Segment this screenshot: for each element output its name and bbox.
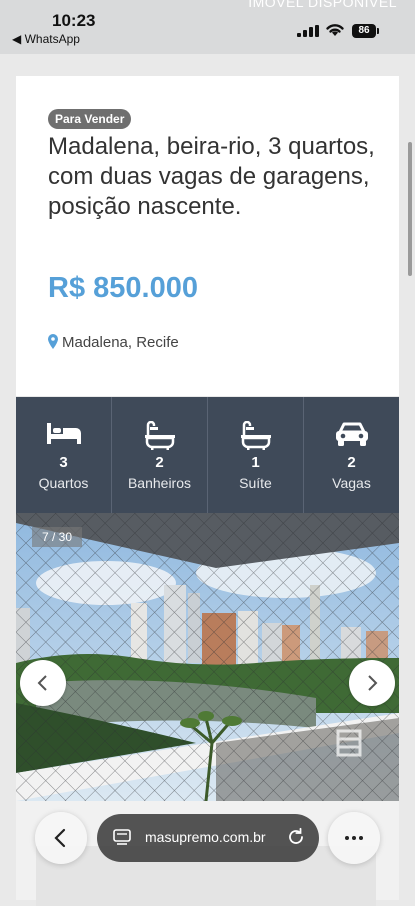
more-dots-icon (345, 836, 363, 840)
feature-label: Vagas (332, 475, 371, 491)
listing-title: Madalena, beira-rio, 3 quartos, com duas… (48, 133, 375, 220)
reload-icon[interactable] (286, 827, 306, 847)
listing-card: Para Vender Madalena, beira-rio, 3 quart… (16, 76, 399, 396)
next-photo-button[interactable] (349, 660, 395, 706)
feature-count: 2 (155, 454, 164, 471)
feature-banheiros: 2 Banheiros (112, 397, 208, 513)
signal-icon (297, 25, 319, 37)
browser-back-button[interactable] (35, 812, 87, 864)
chevron-right-icon (368, 675, 378, 691)
car-icon (335, 422, 368, 446)
browser-more-button[interactable] (328, 812, 380, 864)
feature-label: Quartos (38, 475, 89, 491)
url-text: masupremo.com.br (145, 829, 266, 845)
listing-price: R$ 850.000 (48, 272, 198, 304)
bed-icon (46, 423, 81, 444)
listing-location: Madalena, Recife (48, 334, 179, 351)
wifi-icon (326, 24, 344, 36)
bathtub-icon (240, 421, 271, 450)
address-bar[interactable]: masupremo.com.br (97, 814, 319, 862)
location-text: Madalena, Recife (62, 334, 179, 351)
logo-watermark-icon (336, 729, 362, 757)
back-to-app-link[interactable]: ◀ WhatsApp (12, 32, 80, 46)
feature-label: Suíte (239, 475, 272, 491)
map-pin-icon (48, 334, 58, 349)
chevron-left-icon (37, 675, 47, 691)
reader-mode-icon (113, 829, 131, 845)
feature-suite: 1 Suíte (208, 397, 304, 513)
chevron-left-icon (54, 828, 66, 848)
feature-quartos: 3 Quartos (16, 397, 112, 513)
feature-vagas: 2 Vagas (304, 397, 399, 513)
photo-counter: 7 / 30 (32, 527, 83, 547)
status-bar: IMÓVEL DISPONÍVEL 10:23 ◀ WhatsApp 86 (0, 0, 415, 54)
feature-label: Banheiros (127, 475, 192, 491)
status-badge: Para Vender (48, 109, 132, 129)
feature-count: 1 (251, 454, 260, 471)
photo-gallery[interactable]: 7 / 30 (16, 513, 399, 801)
features-bar: 3 Quartos 2 Banheiros 1 Suíte 2 Vagas (16, 397, 399, 513)
scrollbar[interactable] (408, 142, 412, 276)
feature-count: 2 (347, 454, 356, 471)
feature-count: 3 (59, 454, 68, 471)
battery-icon: 86 (352, 24, 379, 38)
clock: 10:23 (52, 11, 96, 30)
bathtub-icon (144, 421, 175, 450)
prev-photo-button[interactable] (20, 660, 66, 706)
background-heading: IMÓVEL DISPONÍVEL (248, 0, 397, 10)
